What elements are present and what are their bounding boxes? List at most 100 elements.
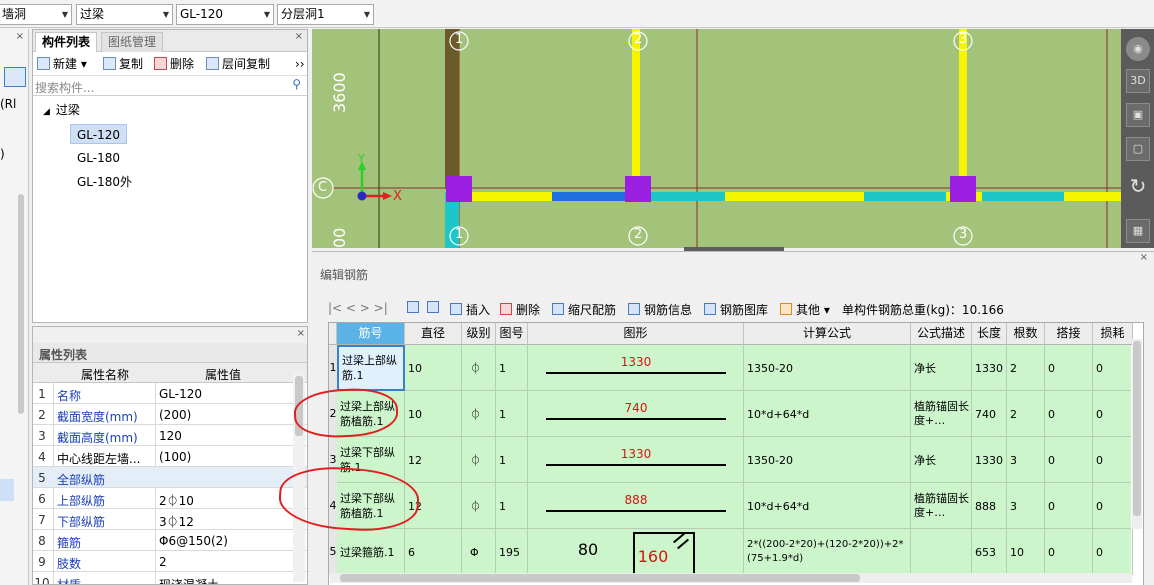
tree-item-gl-180-outer[interactable]: GL-180外 bbox=[77, 172, 132, 192]
property-row[interactable]: 8 箍筋 Φ6@150(2) bbox=[33, 530, 307, 551]
cad-viewport[interactable]: 1 2 3 1 2 3 C 3600 00 Y X bbox=[312, 29, 1154, 248]
cell-formula-desc[interactable]: 净长 bbox=[911, 345, 972, 391]
close-icon[interactable]: × bbox=[16, 31, 24, 42]
cube-side-icon[interactable]: ▢ bbox=[1126, 137, 1150, 161]
cell-grade[interactable]: ⏀ bbox=[462, 483, 496, 529]
panel-icon[interactable] bbox=[4, 67, 26, 87]
rebar-info-button[interactable]: 钢筋信息 bbox=[628, 301, 692, 318]
column-header[interactable]: 长度 bbox=[972, 323, 1007, 345]
property-value[interactable]: 3⏀12 bbox=[159, 513, 284, 530]
3d-view-icon[interactable]: 3D bbox=[1126, 69, 1150, 93]
copy-button[interactable]: 复制 bbox=[103, 56, 143, 72]
property-row[interactable]: 9 肢数 2 bbox=[33, 551, 307, 572]
cell-figure-no[interactable]: 1 bbox=[496, 391, 528, 437]
scrollbar[interactable] bbox=[330, 573, 1132, 583]
cell-loss[interactable]: 0 bbox=[1093, 345, 1133, 391]
column-header[interactable]: 图号 bbox=[496, 323, 528, 345]
cube-top-icon[interactable]: ▣ bbox=[1126, 103, 1150, 127]
table-row[interactable]: 3 过梁下部纵筋.1 12 ⏀ 1 1330 1350-20 净长 1330 3… bbox=[329, 437, 1133, 483]
table-row[interactable]: 2 过梁上部纵筋植筋.1 10 ⏀ 1 740 10*d+64*d 植筋锚固长度… bbox=[329, 391, 1133, 437]
cell-formula-desc[interactable]: 植筋锚固长度+… bbox=[911, 391, 972, 437]
new-button[interactable]: 新建 ▾ bbox=[37, 56, 87, 72]
property-row[interactable]: 2 截面宽度(mm) (200) bbox=[33, 404, 307, 425]
cell-diameter[interactable]: 6 bbox=[405, 529, 462, 575]
cell-length[interactable]: 1330 bbox=[972, 345, 1007, 391]
more-button[interactable]: ›› bbox=[295, 56, 305, 72]
rotate-icon[interactable]: ↻ bbox=[1126, 175, 1150, 199]
cell-shape[interactable]: 1330 bbox=[528, 437, 744, 483]
property-value[interactable]: Φ6@150(2) bbox=[159, 534, 284, 548]
cell-shape[interactable]: 888 bbox=[528, 483, 744, 529]
move-up-button[interactable] bbox=[407, 301, 423, 315]
tree-item-gl-120[interactable]: GL-120 bbox=[70, 124, 128, 144]
cell-loss[interactable]: 0 bbox=[1093, 483, 1133, 529]
grid-view-icon[interactable]: ▦ bbox=[1126, 219, 1150, 243]
column-header[interactable]: 直径(mm) bbox=[405, 323, 462, 360]
scrollbar-thumb[interactable] bbox=[1133, 341, 1141, 516]
table-row[interactable]: 1 过梁上部纵筋.1 10 ⏀ 1 1330 1350-20 净长 1330 2… bbox=[329, 345, 1133, 391]
cell-figure-no[interactable]: 195 bbox=[496, 529, 528, 575]
property-row[interactable]: 10 材质 现浇混凝土 bbox=[33, 572, 307, 584]
cell-lap[interactable]: 0 bbox=[1045, 483, 1093, 529]
cell-count[interactable]: 10 bbox=[1007, 529, 1045, 575]
cell-diameter[interactable]: 10 bbox=[405, 391, 462, 437]
cell-lap[interactable]: 0 bbox=[1045, 391, 1093, 437]
cell-formula[interactable]: 10*d+64*d bbox=[744, 391, 911, 437]
component-combo[interactable]: GL-120 ▼ bbox=[176, 4, 274, 25]
cell-formula[interactable]: 1350-20 bbox=[744, 345, 911, 391]
cell-loss[interactable]: 0 bbox=[1093, 391, 1133, 437]
table-row[interactable]: 4 过梁下部纵筋植筋.1 12 ⏀ 1 888 10*d+64*d 植筋锚固长度… bbox=[329, 483, 1133, 529]
cell-rebar-name[interactable]: 过梁箍筋.1 bbox=[337, 529, 405, 575]
table-row[interactable]: 5 过梁箍筋.1 6 Φ 195 80 160 2*((200-2*20)+(1… bbox=[329, 529, 1133, 575]
tab-drawing-management[interactable]: 图纸管理 bbox=[101, 32, 164, 52]
tree-node-root[interactable]: ◢ 过梁 bbox=[43, 100, 80, 120]
cell-formula[interactable]: 1350-20 bbox=[744, 437, 911, 483]
cell-rebar-name[interactable]: 过梁上部纵筋.1 bbox=[337, 345, 405, 391]
search-input[interactable]: 搜索构件... bbox=[35, 79, 94, 96]
cell-diameter[interactable]: 12 bbox=[405, 437, 462, 483]
close-icon[interactable]: × bbox=[1140, 252, 1148, 263]
scrollbar[interactable] bbox=[1132, 339, 1142, 529]
scrollbar-thumb[interactable] bbox=[340, 574, 860, 582]
property-value[interactable]: 2⏀10 bbox=[159, 492, 284, 509]
cell-shape[interactable]: 80 160 bbox=[528, 529, 744, 575]
cell-shape[interactable]: 1330 bbox=[528, 345, 744, 391]
cell-formula-desc[interactable]: 植筋锚固长度+… bbox=[911, 483, 972, 529]
close-icon[interactable]: × bbox=[295, 31, 303, 42]
scale-rebar-button[interactable]: 缩尺配筋 bbox=[552, 301, 616, 318]
cell-figure-no[interactable]: 1 bbox=[496, 483, 528, 529]
property-value[interactable]: 120 bbox=[159, 429, 284, 443]
property-value[interactable]: (100) bbox=[159, 450, 284, 464]
cell-length[interactable]: 653 bbox=[972, 529, 1007, 575]
cell-count[interactable]: 3 bbox=[1007, 483, 1045, 529]
search-icon[interactable]: ⚲ bbox=[292, 77, 301, 91]
nav-buttons[interactable]: |< < > >| bbox=[328, 301, 388, 315]
layer-combo[interactable]: 分层洞1 ▼ bbox=[277, 4, 374, 25]
column-header[interactable]: 筋号 bbox=[337, 323, 405, 345]
property-value[interactable]: GL-120 bbox=[159, 387, 284, 401]
delete-button[interactable]: 删除 bbox=[154, 56, 194, 72]
cell-formula[interactable]: 2*((200-2*20)+(120-2*20))+2*(75+1.9*d) bbox=[744, 529, 911, 575]
column-header[interactable]: 公式描述 bbox=[911, 323, 972, 345]
column-header[interactable]: 级别 bbox=[462, 323, 496, 345]
category-combo[interactable]: 墙洞 ▼ bbox=[0, 4, 72, 25]
move-down-button[interactable] bbox=[427, 301, 443, 315]
cell-count[interactable]: 3 bbox=[1007, 437, 1045, 483]
close-icon[interactable]: × bbox=[297, 328, 305, 339]
cell-formula-desc[interactable]: 净长 bbox=[911, 437, 972, 483]
cell-length[interactable]: 740 bbox=[972, 391, 1007, 437]
type-combo[interactable]: 过梁 ▼ bbox=[76, 4, 173, 25]
rebar-library-button[interactable]: 钢筋图库 bbox=[704, 301, 768, 318]
cell-figure-no[interactable]: 1 bbox=[496, 345, 528, 391]
cell-count[interactable]: 2 bbox=[1007, 391, 1045, 437]
floor-copy-button[interactable]: 层间复制 bbox=[206, 56, 270, 72]
cell-lap[interactable]: 0 bbox=[1045, 437, 1093, 483]
cell-grade[interactable]: ⏀ bbox=[462, 437, 496, 483]
cell-length[interactable]: 888 bbox=[972, 483, 1007, 529]
property-row[interactable]: 3 截面高度(mm) 120 bbox=[33, 425, 307, 446]
cell-grade[interactable]: Φ bbox=[462, 529, 496, 575]
property-row[interactable]: 4 中心线距左墙... (100) bbox=[33, 446, 307, 467]
cell-length[interactable]: 1330 bbox=[972, 437, 1007, 483]
drawing-canvas[interactable] bbox=[312, 29, 1154, 248]
globe-icon[interactable]: ◉ bbox=[1126, 37, 1150, 61]
